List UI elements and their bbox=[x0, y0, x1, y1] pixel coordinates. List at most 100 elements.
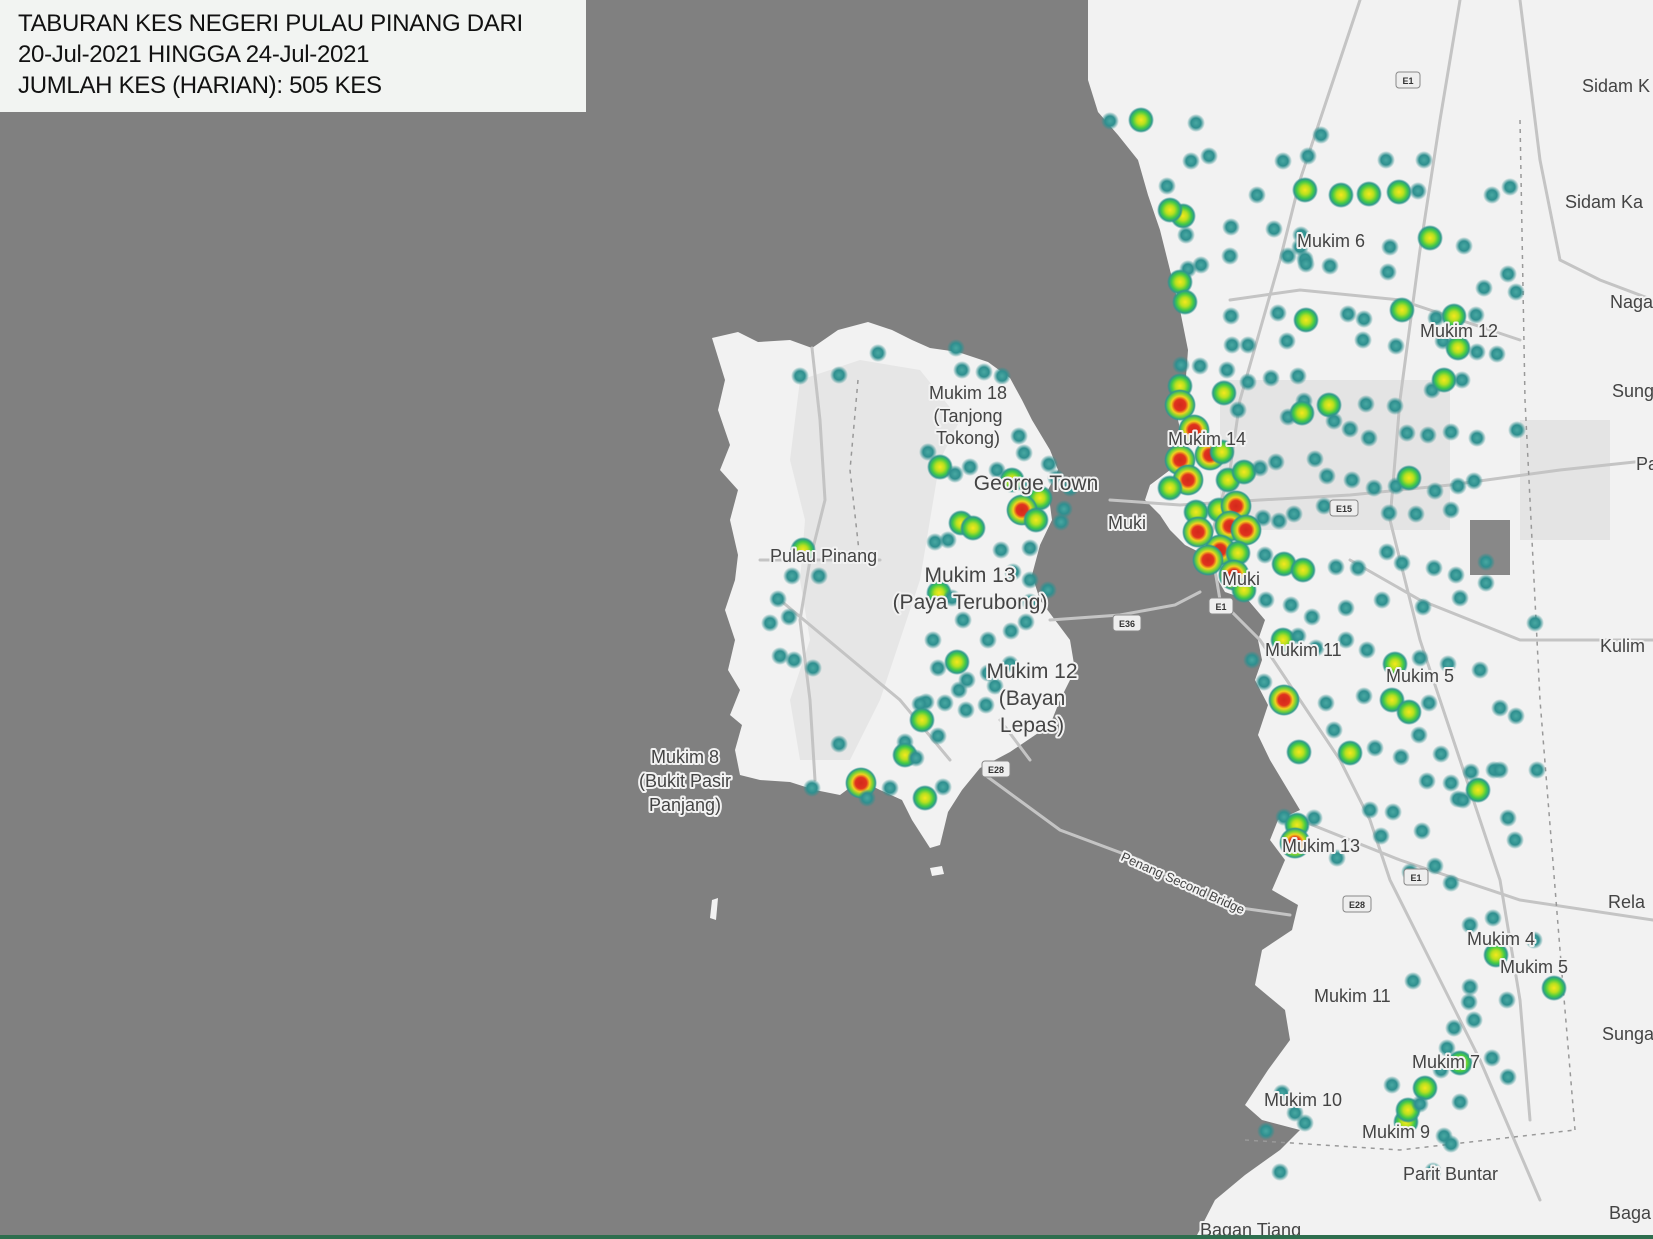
label-sidam-ka: Sidam Ka bbox=[1565, 192, 1644, 212]
case-heat-point bbox=[953, 361, 971, 379]
case-heat-point bbox=[1327, 558, 1345, 576]
case-heat-point bbox=[1192, 256, 1210, 274]
case-heat-point bbox=[1396, 699, 1422, 725]
case-heat-point bbox=[1191, 357, 1209, 375]
label-mukim-18: Mukim 18 bbox=[929, 383, 1007, 403]
case-heat-point bbox=[1312, 126, 1330, 144]
case-heat-point bbox=[1442, 774, 1460, 792]
case-heat-point bbox=[1354, 331, 1372, 349]
case-heat-point bbox=[1507, 283, 1525, 301]
svg-text:E28: E28 bbox=[1349, 900, 1365, 910]
case-heat-point bbox=[1475, 279, 1493, 297]
case-heat-point bbox=[1383, 1076, 1401, 1094]
label-sungai-kechi: Sunga Kechi bbox=[1602, 1024, 1653, 1044]
svg-text:E1: E1 bbox=[1215, 602, 1226, 612]
case-heat-point bbox=[1282, 596, 1300, 614]
case-heat-point bbox=[1229, 401, 1247, 419]
case-heat-point bbox=[1279, 247, 1297, 265]
case-heat-point bbox=[1017, 613, 1035, 631]
shield-e1-south: E1 bbox=[1403, 868, 1429, 886]
case-heat-point bbox=[1453, 371, 1471, 389]
shield-e36: E36 bbox=[1112, 614, 1142, 632]
case-heat-point bbox=[975, 363, 993, 381]
label-mukim-7: Mukim 7 bbox=[1412, 1052, 1480, 1072]
case-heat-point bbox=[803, 779, 821, 797]
case-heat-point bbox=[1411, 649, 1429, 667]
label-pa: Pa bbox=[1636, 454, 1653, 474]
case-heat-point bbox=[1460, 993, 1478, 1011]
small-islet bbox=[930, 866, 944, 876]
case-heat-point bbox=[1396, 465, 1422, 491]
label-bukit-pasir: (Bukit Pasir bbox=[639, 771, 731, 791]
label-sung: Sung Selu bbox=[1612, 381, 1653, 401]
case-heat-point bbox=[1306, 450, 1324, 468]
case-heat-point bbox=[1415, 151, 1433, 169]
case-heat-point bbox=[1498, 991, 1516, 1009]
case-heat-point bbox=[977, 696, 995, 714]
case-heat-point bbox=[909, 707, 935, 733]
case-heat-point bbox=[1187, 114, 1205, 132]
case-heat-point bbox=[1271, 1163, 1289, 1181]
svg-text:E36: E36 bbox=[1119, 619, 1135, 629]
case-heat-point bbox=[1257, 1122, 1275, 1140]
case-heat-point bbox=[1328, 182, 1354, 208]
shield-e1-north: E1 bbox=[1395, 71, 1421, 89]
case-heat-point bbox=[1410, 726, 1428, 744]
case-heat-point bbox=[1507, 707, 1525, 725]
label-george-town: George Town bbox=[974, 472, 1099, 495]
svg-text:E1: E1 bbox=[1410, 873, 1421, 883]
case-heat-point bbox=[1255, 673, 1273, 691]
case-heat-point bbox=[1386, 397, 1404, 415]
case-heat-point bbox=[1528, 761, 1546, 779]
case-heat-point bbox=[1366, 739, 1384, 757]
case-heat-point bbox=[1501, 178, 1519, 196]
case-heat-point bbox=[1483, 1049, 1501, 1067]
case-heat-point bbox=[769, 590, 787, 608]
label-penang-second-bridge: Penang Second Bridge bbox=[1119, 849, 1247, 917]
case-heat-point bbox=[1373, 591, 1391, 609]
case-heat-point bbox=[1413, 822, 1431, 840]
case-heat-point bbox=[1182, 152, 1200, 170]
case-heat-point bbox=[1343, 471, 1361, 489]
case-heat-point bbox=[1339, 305, 1357, 323]
case-heat-point bbox=[1365, 479, 1383, 497]
case-heat-point bbox=[869, 344, 887, 362]
label-naga: Naga bbox=[1610, 292, 1653, 312]
label-sidam-k: Sidam K bbox=[1582, 76, 1650, 96]
case-heat-point bbox=[1021, 571, 1039, 589]
case-heat-point bbox=[830, 366, 848, 384]
case-heat-point bbox=[1357, 395, 1375, 413]
case-heat-point bbox=[1325, 721, 1343, 739]
case-heat-point bbox=[1384, 803, 1402, 821]
case-heat-point bbox=[810, 567, 828, 585]
case-heat-point bbox=[929, 727, 947, 745]
case-heat-point bbox=[979, 631, 997, 649]
case-heat-point bbox=[1299, 147, 1317, 165]
case-heat-point bbox=[1337, 740, 1363, 766]
case-heat-point bbox=[1414, 598, 1432, 616]
case-heat-point bbox=[1355, 687, 1373, 705]
case-heat-point bbox=[1172, 356, 1190, 374]
heatmap-map[interactable]: E1 E15 E36 E28 E1 E1 E28 Sidam K Sidam K… bbox=[0, 0, 1653, 1239]
shield-e28-island: E28 bbox=[981, 760, 1011, 778]
case-heat-point bbox=[1218, 361, 1236, 379]
case-heat-point bbox=[1289, 367, 1307, 385]
urban-area bbox=[1520, 420, 1610, 540]
case-heat-point bbox=[1278, 332, 1296, 350]
case-heat-point bbox=[1128, 107, 1154, 133]
label-paya-terubong: (Paya Terubong) bbox=[893, 591, 1048, 614]
case-heat-point bbox=[1290, 557, 1316, 583]
case-heat-point bbox=[1317, 694, 1335, 712]
case-heat-point bbox=[960, 515, 986, 541]
case-heat-point bbox=[1499, 1068, 1517, 1086]
case-heat-point bbox=[1372, 827, 1390, 845]
case-heat-point bbox=[1289, 400, 1315, 426]
case-heat-point bbox=[1488, 345, 1506, 363]
case-heat-point bbox=[1506, 831, 1524, 849]
case-heat-point bbox=[1223, 336, 1241, 354]
label-mukim-13-island: Mukim 13 bbox=[924, 564, 1015, 587]
case-heat-point bbox=[1157, 197, 1183, 223]
case-heat-point bbox=[1526, 614, 1544, 632]
case-heat-point bbox=[926, 533, 944, 551]
case-heat-point bbox=[1274, 152, 1292, 170]
